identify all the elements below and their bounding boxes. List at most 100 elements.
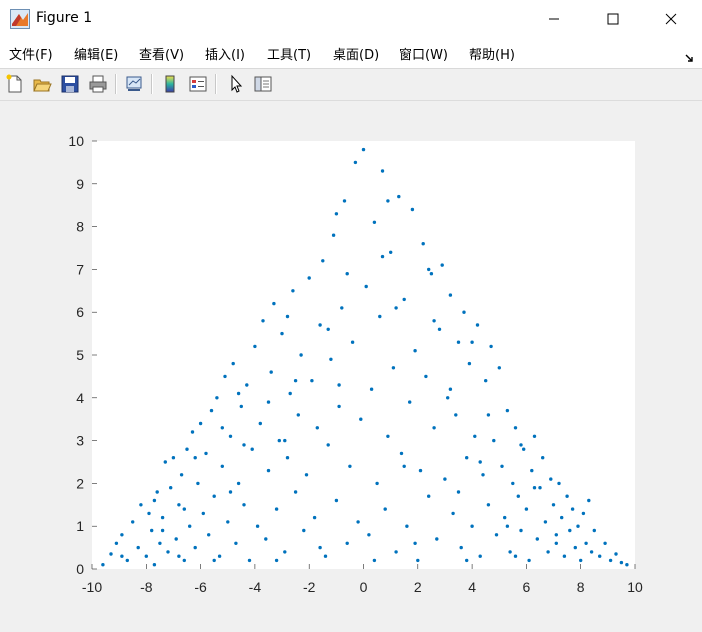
scatter-point (120, 554, 124, 558)
scatter-point (255, 524, 260, 528)
scatter-point (554, 533, 558, 537)
scatter-point (619, 560, 624, 565)
colorbar-button[interactable] (159, 73, 181, 95)
scatter-point (334, 212, 339, 216)
print-icon (89, 75, 107, 93)
scatter-point (532, 434, 537, 438)
toolbar-separator (115, 74, 117, 94)
menu-file[interactable]: 文件(F) (9, 44, 53, 63)
scatter-point (511, 481, 515, 486)
scatter-point (125, 558, 129, 563)
scatter-point (285, 456, 290, 460)
scatter-point (394, 306, 398, 310)
scatter-point (253, 344, 257, 349)
scatter-point (315, 426, 319, 430)
save-button[interactable] (59, 73, 81, 95)
scatter-point (247, 558, 252, 563)
scatter-point (160, 528, 165, 533)
scatter-point (614, 552, 618, 556)
new-figure-button[interactable] (4, 73, 26, 95)
scatter-point (541, 456, 545, 460)
menu-edit[interactable]: 编辑(E) (74, 44, 118, 63)
scatter-point (217, 554, 222, 558)
scatter-point (440, 263, 444, 267)
scatter-point (557, 481, 561, 486)
scatter-point (291, 289, 295, 293)
minimize-button[interactable] (526, 0, 582, 38)
scatter-point (193, 545, 197, 550)
scatter-point (234, 541, 238, 545)
scatter-point (402, 297, 406, 302)
scatter-point (465, 456, 469, 460)
matlab-figure-icon (10, 9, 30, 29)
pointer-icon (231, 74, 243, 93)
scatter-point (269, 370, 273, 374)
scatter-point (266, 468, 271, 473)
scatter-point (136, 545, 140, 550)
legend-button[interactable] (187, 73, 209, 95)
scatter-point (386, 199, 390, 203)
scatter-point (326, 443, 330, 447)
scatter-point (470, 524, 474, 528)
scatter-point (576, 524, 580, 528)
scatter-point (310, 379, 314, 383)
scatter-point (329, 357, 333, 361)
link-plot-button[interactable] (123, 73, 145, 95)
scatter-point (408, 400, 412, 404)
scatter-point (424, 374, 428, 379)
window-title: Figure 1 (36, 10, 93, 26)
scatter-point (494, 533, 499, 537)
scatter-point (285, 314, 290, 319)
edit-plot-button[interactable] (225, 73, 247, 95)
scatter-point (527, 558, 531, 563)
y-tick-label: 10 (68, 133, 84, 149)
print-button[interactable] (87, 73, 109, 95)
scatter-point (182, 558, 186, 563)
x-tick-label: -10 (82, 579, 102, 595)
scatter-point (236, 481, 241, 486)
menu-view[interactable]: 查看(V) (139, 44, 184, 63)
open-file-button[interactable] (31, 73, 53, 95)
property-inspector-button[interactable] (252, 73, 274, 95)
menu-tools[interactable]: 工具(T) (267, 44, 311, 63)
scatter-point (530, 468, 534, 473)
scatter-point (560, 515, 564, 520)
scatter-point (258, 421, 262, 426)
scatter-point (481, 473, 485, 477)
menu-help[interactable]: 帮助(H) (469, 44, 515, 63)
scatter-point (283, 438, 287, 443)
scatter-point (565, 494, 569, 498)
menu-window[interactable]: 窗口(W) (399, 44, 448, 63)
scatter-point (522, 447, 526, 451)
scatter-point (152, 498, 157, 503)
scatter-point (215, 396, 219, 400)
title-bar: Figure 1 (0, 0, 702, 38)
scatter-point (587, 498, 591, 503)
scatter-point (364, 284, 368, 289)
toolbar-separator (151, 74, 153, 94)
scatter-point (380, 254, 385, 259)
scatter-point (608, 558, 613, 563)
scatter-point (150, 528, 154, 533)
scatter-point (304, 473, 309, 477)
scatter-point (532, 486, 537, 490)
close-button[interactable] (643, 0, 699, 38)
y-tick-label: 3 (76, 433, 84, 449)
dock-arrow-icon[interactable] (684, 48, 694, 62)
scatter-point (331, 233, 336, 237)
y-tick-label: 1 (76, 518, 84, 534)
y-tick-label: 5 (76, 347, 84, 363)
maximize-button[interactable] (585, 0, 641, 38)
menu-insert[interactable]: 插入(I) (205, 44, 245, 63)
menu-desktop[interactable]: 桌面(D) (333, 44, 379, 63)
scatter-point (394, 550, 398, 554)
scatter-point (513, 554, 518, 558)
scatter-point (228, 490, 233, 494)
scatter-point (432, 426, 436, 430)
x-tick-label: 4 (468, 579, 476, 595)
scatter-point (519, 528, 523, 533)
scatter-point (207, 533, 211, 537)
scatter-point (413, 349, 417, 353)
scatter-point (473, 434, 477, 438)
scatter-point (188, 524, 192, 528)
